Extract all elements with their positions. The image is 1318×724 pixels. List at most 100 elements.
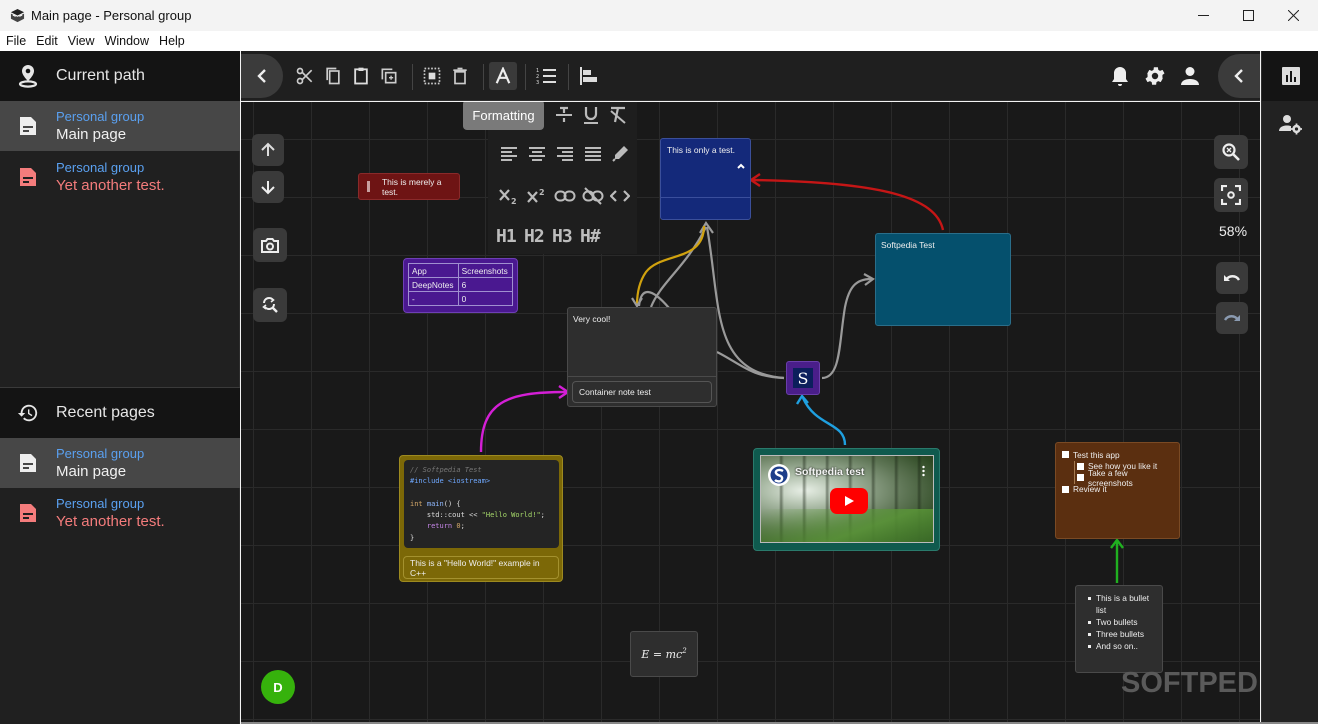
arrowhead-teal bbox=[863, 273, 876, 286]
undo-button[interactable] bbox=[1216, 262, 1248, 294]
link-container-to-blue bbox=[649, 226, 707, 308]
note-bullet-list[interactable]: This is a bullet list Two bullets Three … bbox=[1075, 585, 1163, 673]
paste-button[interactable] bbox=[346, 60, 376, 92]
redo-button[interactable] bbox=[1216, 302, 1248, 334]
clear-format-icon bbox=[610, 106, 626, 124]
path-item-page: Yet another test. bbox=[56, 176, 165, 194]
fit-screen-button[interactable] bbox=[1214, 178, 1248, 212]
path-item-yet-another-test[interactable]: Personal group Yet another test. bbox=[0, 152, 240, 202]
collapse-right-sidebar-button[interactable] bbox=[1218, 54, 1260, 98]
checkbox[interactable] bbox=[1077, 474, 1084, 482]
link-container-to-s bbox=[716, 351, 785, 380]
move-down-button[interactable] bbox=[252, 171, 284, 203]
checkbox[interactable] bbox=[1062, 485, 1069, 493]
strikethrough-button[interactable] bbox=[551, 102, 577, 128]
code-caption[interactable]: This is a "Hello World!" example in C++ bbox=[403, 556, 559, 579]
align-justify-button[interactable] bbox=[580, 141, 606, 167]
account-button[interactable] bbox=[1175, 60, 1205, 92]
recent-item-yet-another-test[interactable]: Personal group Yet another test. bbox=[0, 488, 240, 538]
screenshot-button[interactable] bbox=[253, 228, 287, 262]
code-icon bbox=[610, 190, 630, 202]
zoom-icon bbox=[1222, 143, 1240, 161]
more-vertical-icon[interactable] bbox=[922, 465, 925, 477]
user-settings-button[interactable] bbox=[1279, 114, 1303, 141]
checkbox[interactable] bbox=[1077, 462, 1084, 470]
menu-edit[interactable]: Edit bbox=[36, 34, 58, 48]
heading-1-button[interactable]: H1 bbox=[496, 226, 517, 247]
menu-window[interactable]: Window bbox=[105, 34, 149, 48]
note-math[interactable]: E = mc 2 bbox=[630, 631, 698, 677]
chevron-up-icon[interactable] bbox=[736, 161, 746, 171]
menu-view[interactable]: View bbox=[68, 34, 95, 48]
path-item-page: Main page bbox=[56, 125, 127, 143]
align-left-text-button[interactable] bbox=[496, 141, 522, 167]
canvas[interactable]: 58% This is merely a test. This is only … bbox=[241, 102, 1260, 722]
heading-custom-button[interactable]: H# bbox=[580, 226, 601, 247]
maximize-button[interactable] bbox=[1225, 0, 1271, 31]
formatting-panel: 2 2 H1 H2 H3 H# Formatting bbox=[463, 102, 637, 254]
video-embed[interactable]: Softpedia test bbox=[760, 455, 934, 543]
settings-button[interactable] bbox=[1140, 60, 1170, 92]
recent-item-main-page[interactable]: Personal group Main page bbox=[0, 438, 240, 488]
underline-button[interactable] bbox=[578, 102, 604, 128]
find-replace-button[interactable] bbox=[253, 288, 287, 322]
copy-button[interactable] bbox=[318, 60, 348, 92]
note-only-a-test[interactable]: This is only a test. bbox=[660, 138, 751, 220]
link-button[interactable] bbox=[552, 183, 578, 209]
align-left-button[interactable] bbox=[574, 60, 604, 92]
select-all-button[interactable] bbox=[417, 60, 447, 92]
note-softpedia-test[interactable]: Softpedia Test bbox=[875, 233, 1011, 326]
duplicate-button[interactable] bbox=[374, 60, 404, 92]
checklist-item[interactable]: Test this app bbox=[1062, 449, 1173, 461]
checklist-label: Review it bbox=[1073, 484, 1107, 495]
video-thumbnail-overlay bbox=[761, 509, 933, 542]
checklist-label: Test this app bbox=[1073, 449, 1120, 460]
note-logo[interactable]: S bbox=[786, 361, 820, 395]
minimize-button[interactable] bbox=[1180, 0, 1226, 31]
softpedia-logo-icon: S bbox=[793, 368, 813, 388]
cut-button[interactable] bbox=[290, 60, 320, 92]
collapse-left-sidebar-button[interactable] bbox=[241, 54, 283, 98]
unlink-button[interactable] bbox=[580, 183, 606, 209]
zoom-button[interactable] bbox=[1214, 135, 1248, 169]
link-icon bbox=[554, 190, 576, 202]
minimize-icon bbox=[1197, 15, 1209, 16]
user-icon bbox=[1181, 67, 1199, 85]
youtube-play-button[interactable] bbox=[830, 488, 868, 514]
heading-2-button[interactable]: H2 bbox=[524, 226, 545, 247]
notifications-button[interactable] bbox=[1105, 60, 1135, 92]
note-divider bbox=[568, 376, 716, 377]
note-container[interactable]: Very cool! Container note test bbox=[567, 307, 717, 407]
code-button[interactable] bbox=[607, 183, 633, 209]
child-note[interactable]: Container note test bbox=[572, 381, 712, 403]
note-video[interactable]: Softpedia test bbox=[753, 448, 940, 551]
subscript-icon: 2 bbox=[499, 189, 517, 205]
menu-file[interactable]: File bbox=[6, 34, 26, 48]
stats-button[interactable] bbox=[1262, 51, 1318, 101]
checkbox[interactable] bbox=[1062, 451, 1069, 459]
clear-format-button[interactable] bbox=[605, 102, 631, 128]
note-merely-a-test[interactable]: This is merely a test. bbox=[358, 173, 460, 200]
window-title: Main page - Personal group bbox=[31, 8, 192, 23]
subscript-button[interactable]: 2 bbox=[496, 183, 522, 209]
path-item-main-page[interactable]: Personal group Main page bbox=[0, 101, 240, 151]
highlight-button[interactable] bbox=[607, 141, 633, 167]
recent-item-group: Personal group bbox=[56, 445, 145, 461]
note-checklist[interactable]: Test this app See how you like it Take a… bbox=[1055, 442, 1180, 539]
unlink-icon bbox=[582, 187, 604, 205]
align-right-button[interactable] bbox=[552, 141, 578, 167]
numbered-list-button[interactable]: 123 bbox=[531, 60, 561, 92]
superscript-button[interactable]: 2 bbox=[524, 183, 550, 209]
formatting-button[interactable] bbox=[489, 62, 517, 90]
note-code[interactable]: // Softpedia Test #include <iostream> in… bbox=[399, 455, 563, 582]
data-table: App Screenshots DeepNotes 6 - 0 bbox=[408, 263, 514, 306]
checklist-item[interactable]: Take a few screenshots bbox=[1077, 468, 1173, 488]
heading-3-button[interactable]: H3 bbox=[552, 226, 573, 247]
note-table[interactable]: App Screenshots DeepNotes 6 - 0 bbox=[403, 258, 518, 313]
menu-help[interactable]: Help bbox=[159, 34, 185, 48]
close-button[interactable] bbox=[1270, 0, 1316, 31]
user-avatar[interactable]: D bbox=[261, 670, 295, 704]
align-center-button[interactable] bbox=[524, 141, 550, 167]
delete-button[interactable] bbox=[445, 60, 475, 92]
move-up-button[interactable] bbox=[252, 134, 284, 166]
